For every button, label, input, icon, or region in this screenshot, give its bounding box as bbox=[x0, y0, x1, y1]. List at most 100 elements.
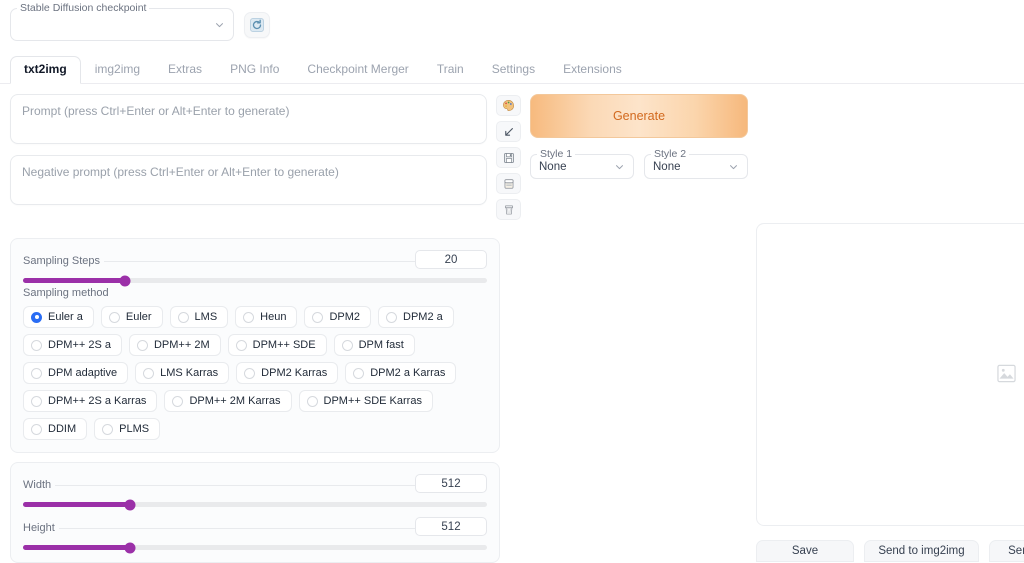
sampler-option-label: DDIM bbox=[48, 423, 76, 435]
width-track[interactable] bbox=[23, 502, 487, 507]
image-preview-area[interactable] bbox=[756, 223, 1024, 526]
sampling-method-radio-group: Euler a Euler LMS bbox=[23, 306, 487, 440]
sampler-option-label: LMS bbox=[195, 311, 218, 323]
style-2-label: Style 2 bbox=[651, 148, 689, 160]
sampler-option-lms-karras[interactable]: LMS Karras bbox=[135, 362, 229, 384]
tab-img2img[interactable]: img2img bbox=[81, 56, 154, 84]
result-actions: Save Send to img2img Send to inpaint Sen… bbox=[756, 540, 1024, 562]
sampler-option-label: PLMS bbox=[119, 423, 149, 435]
tab-extensions[interactable]: Extensions bbox=[549, 56, 636, 84]
tab-settings[interactable]: Settings bbox=[478, 56, 549, 84]
main-tabs: txt2img img2img Extras PNG Info Checkpoi… bbox=[0, 56, 1024, 84]
sampling-steps-slider[interactable]: Sampling Steps 20 bbox=[23, 252, 487, 283]
tab-png-info[interactable]: PNG Info bbox=[216, 56, 293, 84]
arrow-down-left-icon[interactable] bbox=[496, 121, 521, 142]
chevron-down-icon bbox=[615, 162, 624, 171]
slider-thumb[interactable] bbox=[124, 542, 135, 553]
sampler-option-ddim[interactable]: DDIM bbox=[23, 418, 87, 440]
sampler-option-label: DPM++ 2M Karras bbox=[189, 395, 280, 407]
styles-row: Style 1 None Style 2 None bbox=[530, 154, 748, 179]
sampler-option-euler[interactable]: Euler bbox=[101, 306, 163, 328]
prompt-row: Prompt (press Ctrl+Enter or Alt+Enter to… bbox=[10, 94, 748, 220]
radio-icon bbox=[31, 368, 42, 379]
sampler-option-lms[interactable]: LMS bbox=[170, 306, 229, 328]
sampler-option-dpm-fast[interactable]: DPM fast bbox=[334, 334, 415, 356]
radio-icon bbox=[243, 312, 254, 323]
style-1-dropdown[interactable]: Style 1 None bbox=[530, 154, 634, 179]
width-label: Width bbox=[23, 479, 55, 491]
tab-extras[interactable]: Extras bbox=[154, 56, 216, 84]
sampler-option-dpm2-a-karras[interactable]: DPM2 a Karras bbox=[345, 362, 456, 384]
height-slider[interactable]: Height 512 bbox=[23, 519, 487, 550]
radio-icon bbox=[143, 368, 154, 379]
radio-icon bbox=[31, 340, 42, 351]
send-to-img2img-button[interactable]: Send to img2img bbox=[864, 540, 979, 562]
send-to-inpaint-button[interactable]: Send to inpaint bbox=[989, 540, 1024, 562]
sampler-option-label: DPM2 a Karras bbox=[370, 367, 445, 379]
sampler-option-label: Euler bbox=[126, 311, 152, 323]
tab-train[interactable]: Train bbox=[423, 56, 478, 84]
sampler-option-label: DPM++ 2S a bbox=[48, 339, 111, 351]
sampling-steps-value[interactable]: 20 bbox=[415, 250, 487, 269]
sampler-option-dpmpp-2s-a[interactable]: DPM++ 2S a bbox=[23, 334, 122, 356]
sampler-option-plms[interactable]: PLMS bbox=[94, 418, 160, 440]
tab-txt2img[interactable]: txt2img bbox=[10, 56, 81, 84]
generate-button[interactable]: Generate bbox=[530, 94, 748, 138]
radio-icon bbox=[31, 396, 42, 407]
sampler-option-dpm2-a[interactable]: DPM2 a bbox=[378, 306, 454, 328]
slider-thumb[interactable] bbox=[124, 499, 135, 510]
clipboard-icon[interactable] bbox=[496, 173, 521, 194]
radio-icon bbox=[312, 312, 323, 323]
sampler-option-dpm-adaptive[interactable]: DPM adaptive bbox=[23, 362, 128, 384]
sampler-option-dpm2[interactable]: DPM2 bbox=[304, 306, 371, 328]
sampler-option-dpmpp-sde[interactable]: DPM++ SDE bbox=[228, 334, 327, 356]
radio-icon bbox=[102, 424, 113, 435]
sampler-option-label: Euler a bbox=[48, 311, 83, 323]
height-track[interactable] bbox=[23, 545, 487, 550]
slider-fill bbox=[23, 278, 125, 283]
style-2-value: None bbox=[653, 161, 681, 173]
palette-icon[interactable] bbox=[496, 95, 521, 116]
result-column: Save Send to img2img Send to inpaint Sen… bbox=[748, 94, 1024, 563]
sampling-steps-track[interactable] bbox=[23, 278, 487, 283]
radio-icon bbox=[178, 312, 189, 323]
slider-fill bbox=[23, 545, 130, 550]
sampler-option-dpmpp-2m-karras[interactable]: DPM++ 2M Karras bbox=[164, 390, 291, 412]
dimensions-card: Width 512 Height bbox=[10, 462, 500, 563]
radio-icon bbox=[137, 340, 148, 351]
width-value[interactable]: 512 bbox=[415, 474, 487, 493]
sampler-option-dpmpp-sde-karras[interactable]: DPM++ SDE Karras bbox=[299, 390, 433, 412]
chevron-down-icon bbox=[215, 20, 224, 29]
txt2img-panel: Prompt (press Ctrl+Enter or Alt+Enter to… bbox=[0, 84, 1024, 563]
refresh-checkpoints-button[interactable] bbox=[244, 12, 270, 38]
sampler-card: Sampling Steps 20 Sampling method bbox=[10, 238, 500, 453]
style-2-dropdown[interactable]: Style 2 None bbox=[644, 154, 748, 179]
checkpoint-dropdown[interactable]: Stable Diffusion checkpoint bbox=[10, 8, 234, 41]
sampler-option-dpmpp-2m[interactable]: DPM++ 2M bbox=[129, 334, 221, 356]
style-1-value: None bbox=[539, 161, 567, 173]
app-root: Stable Diffusion checkpoint txt2img img2… bbox=[0, 0, 1024, 563]
sampler-option-dpmpp-2s-a-karras[interactable]: DPM++ 2S a Karras bbox=[23, 390, 157, 412]
content-panels: Sampling Steps 20 Sampling method bbox=[10, 238, 748, 563]
radio-icon bbox=[236, 340, 247, 351]
negative-prompt-input[interactable]: Negative prompt (press Ctrl+Enter or Alt… bbox=[10, 155, 487, 205]
trash-icon[interactable] bbox=[496, 199, 521, 220]
tab-checkpoint-merger[interactable]: Checkpoint Merger bbox=[293, 56, 422, 84]
image-placeholder-icon bbox=[997, 364, 1016, 386]
sampler-option-euler-a[interactable]: Euler a bbox=[23, 306, 94, 328]
style-1-label: Style 1 bbox=[537, 148, 575, 160]
prompt-input[interactable]: Prompt (press Ctrl+Enter or Alt+Enter to… bbox=[10, 94, 487, 144]
save-floppy-icon[interactable] bbox=[496, 147, 521, 168]
sampler-option-heun[interactable]: Heun bbox=[235, 306, 297, 328]
radio-icon bbox=[244, 368, 255, 379]
sampling-method-header: Sampling method bbox=[23, 285, 487, 300]
sampler-option-label: DPM++ SDE Karras bbox=[324, 395, 422, 407]
sampler-option-dpm2-karras[interactable]: DPM2 Karras bbox=[236, 362, 338, 384]
save-button[interactable]: Save bbox=[756, 540, 854, 562]
refresh-icon bbox=[250, 18, 264, 32]
height-value[interactable]: 512 bbox=[415, 517, 487, 536]
width-slider[interactable]: Width 512 bbox=[23, 476, 487, 507]
slider-fill bbox=[23, 502, 130, 507]
sampler-option-label: DPM2 Karras bbox=[261, 367, 327, 379]
sampler-option-label: DPM++ 2S a Karras bbox=[48, 395, 146, 407]
